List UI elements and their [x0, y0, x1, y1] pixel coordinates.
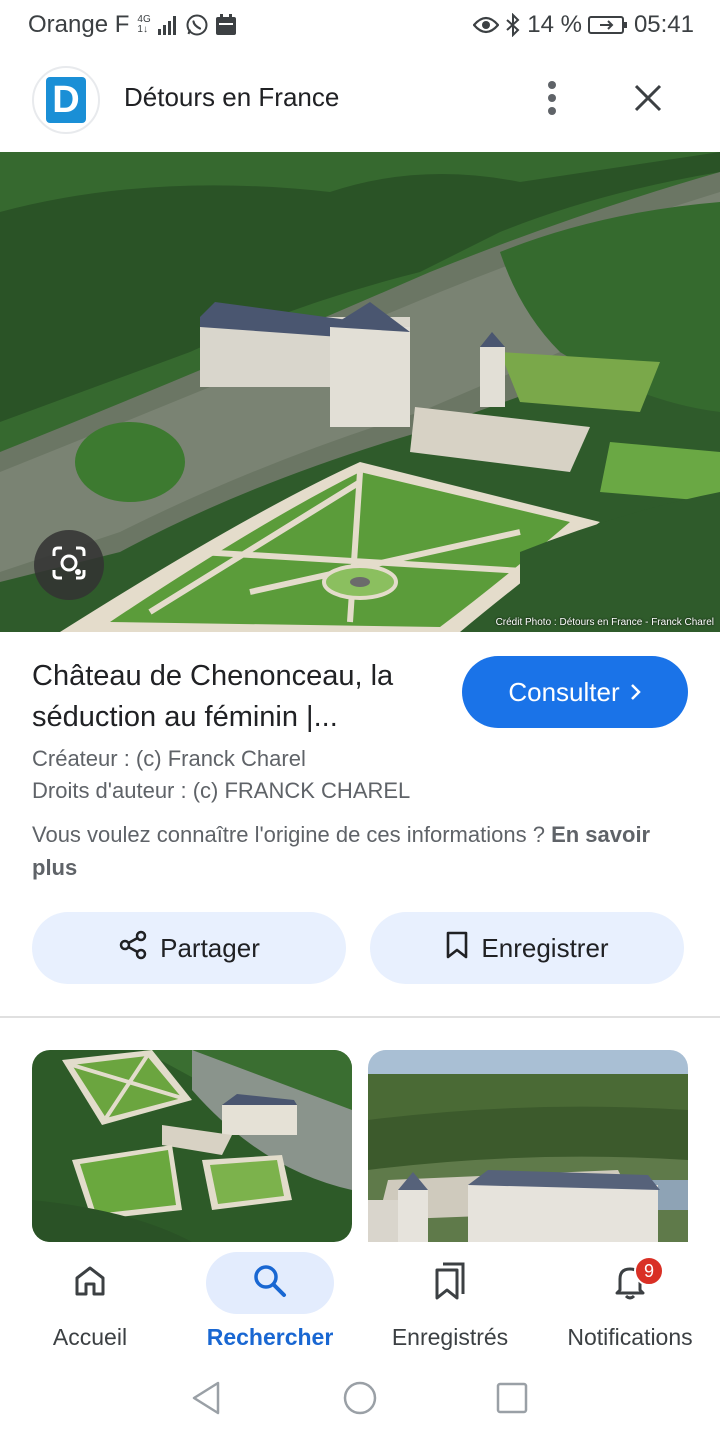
home-circle-icon[interactable] — [342, 1380, 378, 1421]
share-button[interactable]: Partager — [32, 912, 346, 984]
share-label: Partager — [160, 932, 260, 963]
lens-result-header: D Détours en France — [0, 60, 720, 140]
nav-label: Accueil — [52, 1324, 128, 1350]
lens-search-button[interactable] — [34, 530, 104, 600]
nav-label: Rechercher — [206, 1324, 334, 1350]
consult-button[interactable]: Consulter — [462, 656, 688, 728]
nav-label: Notifications — [567, 1324, 693, 1350]
status-bar: Orange F 4G 1↓ 14 % 05:41 — [0, 0, 720, 50]
nav-item-home[interactable]: Accueil — [0, 1242, 180, 1362]
system-navigation-bar — [0, 1362, 720, 1440]
status-left: Orange F 4G 1↓ — [28, 11, 237, 39]
bottom-navigation: Accueil Rechercher Enregistrés 9 Notific… — [0, 1242, 720, 1362]
consult-label: Consulter — [508, 676, 620, 707]
site-logo-letter: D — [46, 77, 86, 123]
status-right: 14 % 05:41 — [473, 11, 694, 39]
close-button[interactable] — [626, 78, 670, 122]
result-image[interactable]: Crédit Photo : Détours en France - Franc… — [0, 152, 720, 632]
site-name[interactable]: Détours en France — [124, 82, 339, 113]
nav-label: Enregistrés — [391, 1324, 509, 1350]
network-type: 4G 1↓ — [137, 15, 150, 35]
calendar-icon — [215, 14, 237, 36]
more-options-button[interactable] — [534, 78, 570, 122]
nav-icon-wrap: 9 — [566, 1252, 694, 1314]
related-image[interactable] — [368, 1050, 688, 1250]
notification-badge: 9 — [634, 1256, 664, 1286]
nav-item-search[interactable]: Rechercher — [180, 1242, 360, 1362]
photo-credit: Crédit Photo : Détours en France - Franc… — [495, 617, 714, 628]
creator-text: Créateur : (c) Franck Charel — [32, 746, 306, 771]
chevron-right-icon — [630, 677, 642, 708]
nav-icon-wrap — [26, 1252, 154, 1314]
nav-item-saved[interactable]: Enregistrés — [360, 1242, 540, 1362]
carrier-name: Orange F — [28, 11, 130, 38]
origin-question: Vous voulez connaître l'origine de ces i… — [32, 822, 545, 847]
bluetooth-icon — [505, 13, 521, 37]
nav-item-notifications[interactable]: 9 Notifications — [540, 1242, 720, 1362]
search-icon — [252, 1263, 288, 1304]
save-label: Enregistrer — [481, 932, 609, 963]
more-vert-icon — [546, 80, 558, 121]
whatsapp-icon — [185, 13, 209, 37]
related-photo-gardens — [32, 1050, 352, 1242]
copyright-text: Droits d'auteur : (c) FRANCK CHAREL — [32, 778, 411, 803]
recents-icon[interactable] — [496, 1382, 528, 1419]
clock: 05:41 — [633, 11, 694, 38]
lens-icon — [50, 544, 88, 587]
section-divider — [0, 1016, 720, 1018]
eye-icon — [473, 15, 500, 35]
bookmarks-icon — [433, 1262, 467, 1305]
close-icon — [633, 83, 663, 118]
nav-icon-wrap — [386, 1252, 514, 1314]
battery-icon — [587, 15, 628, 35]
site-logo[interactable]: D — [32, 66, 100, 134]
nav-icon-wrap — [206, 1252, 334, 1314]
chateau-aerial-photo — [0, 152, 720, 632]
info-origin: Vous voulez connaître l'origine de ces i… — [32, 818, 672, 884]
bookmark-icon — [445, 930, 469, 967]
signal-icon — [157, 15, 179, 35]
share-icon — [118, 930, 148, 967]
related-photo-chateau — [368, 1050, 688, 1250]
back-icon[interactable] — [190, 1380, 222, 1421]
battery-percent: 14 % — [527, 11, 582, 38]
related-image[interactable] — [32, 1050, 352, 1242]
save-button[interactable]: Enregistrer — [370, 912, 684, 984]
result-title[interactable]: Château de Chenonceau, la séduction au f… — [32, 656, 442, 738]
home-icon — [73, 1264, 107, 1303]
network-type-bottom: 1↓ — [137, 24, 148, 35]
